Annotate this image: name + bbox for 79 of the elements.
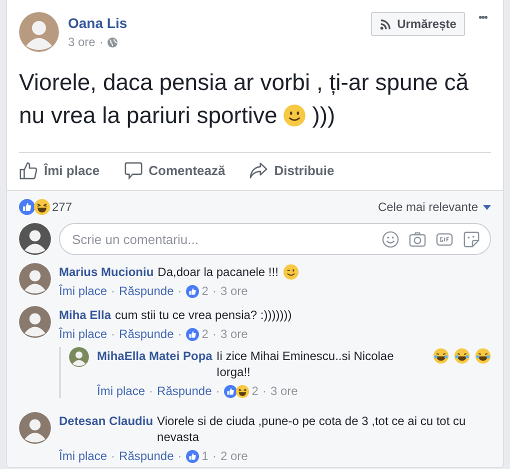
avatar-icon: [19, 223, 51, 255]
like-button[interactable]: Îmi place: [19, 161, 100, 180]
comment-text: Ii zice Mihai Eminescu..si Nicolae Iorga!!: [216, 348, 395, 380]
gif-icon[interactable]: [436, 230, 453, 248]
avatar-icon: [19, 412, 51, 444]
post-text: Viorele, daca pensia ar vorbi , ți-ar spune că: [19, 68, 469, 97]
separator: ·: [212, 449, 216, 463]
separator: ·: [99, 35, 104, 49]
like-link[interactable]: Îmi place: [59, 327, 108, 341]
smiling-face-icon: [283, 104, 306, 127]
reply-link[interactable]: Răspunde: [157, 384, 212, 398]
winking-face-icon: [283, 264, 300, 280]
comment-time: 2 ore: [220, 449, 248, 463]
speech-bubble-icon: [124, 161, 143, 180]
like-reaction-icon: [19, 199, 35, 215]
like-link[interactable]: Îmi place: [59, 284, 108, 298]
caret-icon: [483, 204, 491, 210]
comment-time: 3 ore: [270, 384, 298, 398]
share-button[interactable]: Distribuie: [249, 161, 334, 180]
share-arrow-icon: [249, 161, 268, 180]
separator: ·: [178, 284, 182, 298]
laughing-reaction-icon: [236, 384, 249, 398]
post-time[interactable]: 3 ore: [68, 35, 96, 49]
comment-author[interactable]: MihaElla Matei Popa: [97, 348, 212, 364]
like-link[interactable]: Îmi place: [97, 384, 146, 398]
comment-author[interactable]: Marius Mucioniu: [59, 264, 154, 280]
reaction-count[interactable]: 1: [202, 449, 208, 463]
reaction-count[interactable]: 2: [202, 327, 208, 341]
comment-box[interactable]: Scrie un comentariu...: [59, 223, 491, 255]
comment-author[interactable]: Detesan Claudiu: [59, 413, 154, 429]
separator: ·: [212, 327, 216, 341]
avatar-icon: [19, 306, 51, 338]
like-reaction-icon: [186, 328, 199, 340]
camera-icon[interactable]: [409, 230, 426, 248]
like-reaction-icon: [186, 450, 199, 462]
comment-time: 3 ore: [220, 327, 248, 341]
rss-icon: [380, 18, 392, 30]
separator: ·: [149, 384, 154, 398]
comment-input-field[interactable]: Scrie un comentariu...: [70, 230, 372, 248]
avatar-icon: [19, 12, 59, 52]
separator: ·: [212, 284, 216, 298]
emoji-icon[interactable]: [382, 230, 399, 248]
separator: ·: [111, 449, 116, 463]
laughing-face-icon: [433, 348, 449, 364]
separator: ·: [178, 449, 182, 463]
like-reaction-icon: [186, 284, 199, 298]
post-text: nu vrea la pariuri sportive: [19, 101, 278, 130]
sticker-icon[interactable]: [463, 230, 480, 248]
comment-time: 3 ore: [220, 284, 248, 298]
comment-text: Da,doar la pacanele !!!: [158, 264, 278, 280]
more-options-button[interactable]: •••: [474, 12, 491, 24]
separator: ·: [262, 384, 266, 398]
globe-icon: [107, 36, 118, 48]
like-link[interactable]: Îmi place: [59, 449, 108, 463]
comment-text: cum stii tu ce vrea pensia? :))))))): [115, 307, 292, 323]
like-reaction-icon: [224, 384, 237, 398]
avatar-icon: [69, 347, 89, 367]
comment-button[interactable]: Comentează: [124, 161, 226, 180]
reaction-count[interactable]: 2: [202, 284, 208, 298]
comment-author[interactable]: Miha Ella: [59, 307, 112, 323]
laughing-reaction-icon: [34, 199, 50, 215]
reply-link[interactable]: Răspunde: [119, 327, 174, 341]
laughing-face-icon: [454, 348, 470, 364]
laughing-face-icon: [475, 348, 491, 364]
comment-text: Viorele si de ciuda ,pune-o pe cota de 3 ,tot ce ai cu tot cu nevasta: [157, 413, 467, 445]
separator: ·: [111, 284, 116, 298]
avatar-icon: [19, 263, 51, 295]
reply-link[interactable]: Răspunde: [119, 449, 174, 463]
reaction-count[interactable]: 2: [252, 384, 258, 398]
separator: ·: [111, 327, 116, 341]
thumbs-up-icon: [19, 161, 38, 180]
follow-button[interactable]: Urmărește: [371, 12, 466, 36]
sort-dropdown[interactable]: Cele mai relevante: [378, 200, 491, 214]
reply-link[interactable]: Răspunde: [119, 284, 174, 298]
separator: ·: [178, 327, 182, 341]
reaction-count[interactable]: 277: [52, 200, 72, 214]
author-name[interactable]: Oana Lis: [68, 15, 362, 31]
separator: ·: [216, 384, 220, 398]
post-text: ))): [312, 101, 336, 130]
